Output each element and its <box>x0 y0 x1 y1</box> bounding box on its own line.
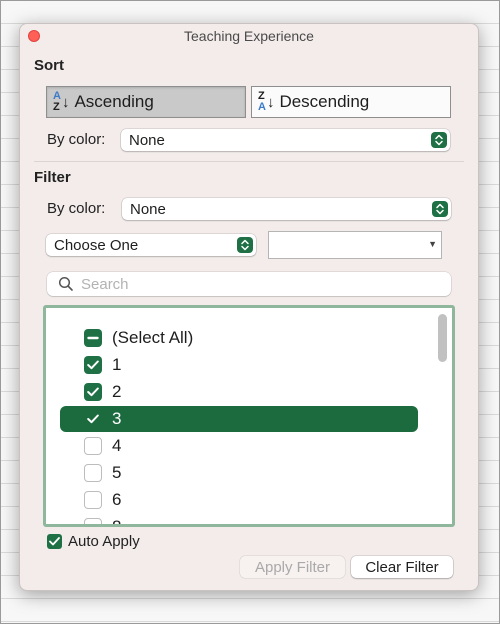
filter-by-color-select[interactable]: None <box>122 198 451 220</box>
list-item-label: 3 <box>112 409 122 428</box>
auto-apply-label: Auto Apply <box>68 533 140 550</box>
up-down-chevron-icon <box>432 201 448 217</box>
checkbox-empty-icon[interactable] <box>84 518 102 524</box>
sort-descending-icon: ZA ↓ <box>258 90 275 113</box>
list-item[interactable]: 6 <box>60 487 418 513</box>
apply-filter-button[interactable]: Apply Filter <box>240 556 345 578</box>
search-icon <box>58 276 74 296</box>
list-item-label: (Select All) <box>112 328 194 347</box>
list-item[interactable]: 5 <box>60 460 418 486</box>
list-item[interactable]: 1 <box>60 352 418 378</box>
list-item-label: 8 <box>112 517 122 527</box>
clear-filter-button[interactable]: Clear Filter <box>351 556 453 578</box>
sort-by-color-label: By color: <box>47 131 106 148</box>
filter-popover: Teaching Experience Sort AZ ↓ Ascending … <box>19 23 479 591</box>
sort-descending-label: Descending <box>279 92 370 111</box>
check-icon <box>47 534 62 549</box>
list-item[interactable]: (Select All) <box>60 325 418 351</box>
up-down-chevron-icon <box>237 237 253 253</box>
list-item-label: 2 <box>112 382 122 401</box>
sort-ascending-icon: AZ ↓ <box>53 90 70 113</box>
checkbox-empty-icon[interactable] <box>84 491 102 509</box>
search-input[interactable] <box>81 274 441 294</box>
filter-by-color-value: None <box>130 200 166 218</box>
scrollbar-thumb[interactable] <box>438 314 447 362</box>
title-bar: Teaching Experience <box>20 24 478 48</box>
value-list[interactable]: (Select All) 1 2 3 4 5 6 8 <box>43 305 455 527</box>
sort-ascending-label: Ascending <box>74 92 154 111</box>
filter-heading: Filter <box>34 169 71 186</box>
filter-condition-input[interactable]: ▼ <box>268 231 442 259</box>
window-title: Teaching Experience <box>184 28 314 44</box>
dropdown-arrow-icon[interactable]: ▼ <box>428 239 437 249</box>
check-icon[interactable] <box>84 356 102 374</box>
list-item[interactable]: 2 <box>60 379 418 405</box>
auto-apply-checkbox[interactable]: Auto Apply <box>47 533 140 550</box>
sort-ascending-button[interactable]: AZ ↓ Ascending <box>46 86 246 118</box>
sort-heading: Sort <box>34 57 64 74</box>
list-item-label: 6 <box>112 490 122 509</box>
check-icon[interactable] <box>84 410 102 428</box>
list-item-label: 5 <box>112 463 122 482</box>
list-item-label: 1 <box>112 355 122 374</box>
list-item[interactable]: 3 <box>60 406 418 432</box>
filter-condition-select[interactable]: Choose One <box>46 234 256 256</box>
section-divider <box>34 161 464 162</box>
filter-condition-value: Choose One <box>54 236 139 254</box>
list-item[interactable]: 4 <box>60 433 418 459</box>
list-item[interactable]: 8 <box>60 514 418 527</box>
minus-icon[interactable] <box>84 329 102 347</box>
sort-by-color-value: None <box>129 131 165 149</box>
close-icon[interactable] <box>28 30 40 42</box>
filter-by-color-label: By color: <box>47 200 106 217</box>
checkbox-empty-icon[interactable] <box>84 437 102 455</box>
check-icon[interactable] <box>84 383 102 401</box>
up-down-chevron-icon <box>431 132 447 148</box>
sort-by-color-select[interactable]: None <box>121 129 450 151</box>
search-field[interactable] <box>47 272 451 296</box>
list-item-label: 4 <box>112 436 122 455</box>
checkbox-empty-icon[interactable] <box>84 464 102 482</box>
sort-descending-button[interactable]: ZA ↓ Descending <box>251 86 451 118</box>
